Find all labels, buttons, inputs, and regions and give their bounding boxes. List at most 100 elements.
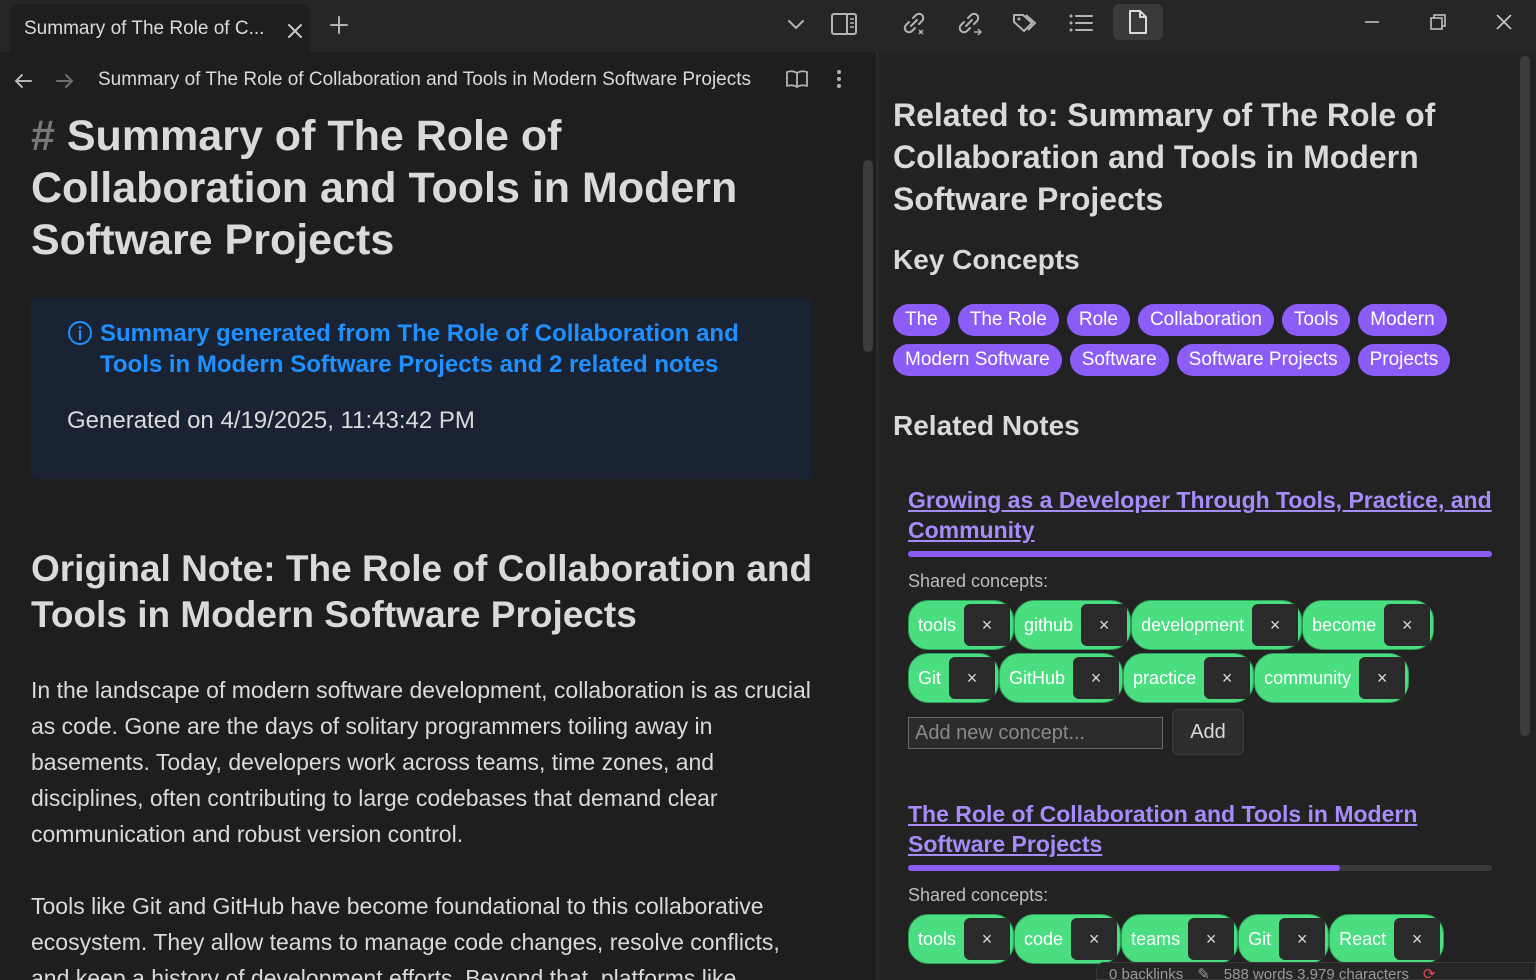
shared-concept-label: tools <box>918 614 957 635</box>
shared-concept-tag: become × <box>1302 600 1435 650</box>
paragraph-1: In the landscape of modern software deve… <box>31 677 811 847</box>
heading-hash: # <box>31 112 55 160</box>
backlinks-icon[interactable] <box>894 6 934 40</box>
related-notes-heading: Related Notes <box>893 410 1080 441</box>
key-concept-chip[interactable]: Modern Software <box>893 344 1062 376</box>
sidebar-toggle-icon[interactable] <box>826 8 862 40</box>
active-tab[interactable]: Summary of The Role of C... <box>10 4 310 52</box>
remove-concept-button[interactable]: × <box>1073 657 1120 699</box>
shared-concepts-label: Shared concepts: <box>908 571 1049 591</box>
word-count: 588 words 3,979 characters <box>1223 966 1409 980</box>
shared-concept-tag: GitHub × <box>999 653 1124 703</box>
chevron-down-icon[interactable] <box>780 10 812 40</box>
key-concept-chip[interactable]: Software Projects <box>1176 344 1350 376</box>
backlinks-count[interactable]: 0 backlinks <box>1109 966 1183 979</box>
editor-scrollbar[interactable] <box>863 160 873 352</box>
key-concept-chip[interactable]: Collaboration <box>1137 304 1274 336</box>
callout-title: Summary generated from The Role of Colla… <box>100 320 739 378</box>
callout-body: Generated on 4/19/2025, 11:43:42 PM <box>67 407 475 434</box>
shared-concept-label: Git <box>1248 928 1272 949</box>
key-concept-chip[interactable]: Software <box>1069 344 1169 376</box>
shared-concept-tag: Git × <box>1238 914 1330 964</box>
remove-concept-button[interactable]: × <box>1394 918 1441 960</box>
window-close-icon[interactable] <box>1481 6 1527 38</box>
reading-view-book-icon[interactable] <box>782 64 812 94</box>
remove-concept-button[interactable]: × <box>964 604 1011 646</box>
related-note-link[interactable]: The Role of Collaboration and Tools in M… <box>908 799 1508 859</box>
key-concept-chip[interactable]: Tools <box>1281 304 1351 336</box>
shared-concepts-list: tools × github × development × become × Git × GitH… <box>908 600 1488 703</box>
remove-concept-button[interactable]: × <box>949 657 996 699</box>
key-concepts-heading: Key Concepts <box>893 244 1080 275</box>
remove-concept-button[interactable]: × <box>1384 604 1431 646</box>
similarity-bar <box>908 865 1492 871</box>
add-concept-input[interactable] <box>908 717 1163 749</box>
shared-concept-tag: practice × <box>1123 653 1255 703</box>
key-concept-chip[interactable]: Projects <box>1357 344 1451 376</box>
similarity-bar <box>908 551 1492 557</box>
shared-concept-label: github <box>1024 614 1074 635</box>
status-bar: 0 backlinks ✎ 588 words 3,979 characters… <box>1096 962 1536 980</box>
more-options-icon[interactable] <box>826 64 852 94</box>
key-concept-chip[interactable]: Modern <box>1358 304 1447 336</box>
shared-concept-tag: React × <box>1329 914 1445 964</box>
remove-concept-button[interactable]: × <box>964 918 1011 960</box>
key-concept-chip[interactable]: The <box>893 304 950 336</box>
restore-icon[interactable] <box>1415 6 1461 38</box>
remove-concept-button[interactable]: × <box>1071 918 1118 960</box>
shared-concept-label: community <box>1264 667 1352 688</box>
close-icon[interactable] <box>280 18 310 44</box>
info-callout: Summary generated from The Role of Colla… <box>31 298 811 479</box>
add-concept-button[interactable]: Add <box>1172 709 1244 755</box>
shared-concept-tag: development × <box>1131 600 1303 650</box>
key-concept-chip[interactable]: The Role <box>957 304 1059 336</box>
shared-concept-tag: teams × <box>1121 914 1239 964</box>
shared-concepts-label: Shared concepts: <box>908 885 1049 905</box>
shared-concept-tag: github × <box>1014 600 1132 650</box>
shared-concept-label: teams <box>1131 928 1181 949</box>
remove-concept-button[interactable]: × <box>1081 604 1128 646</box>
sync-icon[interactable]: ⟳ <box>1423 966 1436 979</box>
remove-concept-button[interactable]: × <box>1252 604 1299 646</box>
outline-icon[interactable] <box>1061 6 1101 40</box>
file-icon[interactable] <box>1113 4 1163 40</box>
remove-concept-button[interactable]: × <box>1204 657 1251 699</box>
info-icon <box>65 318 95 348</box>
remove-concept-button[interactable]: × <box>1279 918 1326 960</box>
back-arrow-icon[interactable] <box>8 66 38 96</box>
remove-concept-button[interactable]: × <box>1188 918 1235 960</box>
outgoing-links-icon[interactable] <box>949 6 989 40</box>
similarity-bar-fill <box>908 865 1341 871</box>
shared-concept-tag: Git × <box>908 653 1000 703</box>
shared-concept-label: GitHub <box>1009 667 1066 688</box>
shared-concepts-list: tools × code × teams × Git × React × <box>908 914 1488 964</box>
minimize-icon[interactable] <box>1349 6 1395 38</box>
similarity-bar-fill <box>908 551 1492 557</box>
note-title: # Summary of The Role of Collaboration a… <box>31 110 831 266</box>
pencil-icon[interactable]: ✎ <box>1197 966 1210 979</box>
remove-concept-button[interactable]: × <box>1359 657 1406 699</box>
tags-icon[interactable] <box>1005 6 1045 40</box>
shared-concept-label: development <box>1141 614 1245 635</box>
shared-concept-tag: community × <box>1254 653 1410 703</box>
shared-concept-label: Git <box>918 667 942 688</box>
section-heading: Original Note: The Role of Collaboration… <box>31 548 813 635</box>
shared-concept-label: code <box>1024 928 1064 949</box>
shared-concept-label: React <box>1339 928 1387 949</box>
key-concept-chip[interactable]: Role <box>1066 304 1130 336</box>
shared-concept-tag: tools × <box>908 914 1015 964</box>
breadcrumb[interactable]: Summary of The Role of Collaboration and… <box>98 69 763 91</box>
related-scrollbar[interactable] <box>1520 56 1530 736</box>
note-title-text: Summary of The Role of Collaboration and… <box>31 112 738 264</box>
shared-concept-label: practice <box>1133 667 1197 688</box>
shared-concept-label: tools <box>918 928 957 949</box>
related-pane: Related to: Summary of The Role of Colla… <box>879 52 1536 980</box>
shared-concept-tag: code × <box>1014 914 1122 964</box>
title-bar: Summary of The Role of C... <box>0 0 1536 52</box>
related-note-link[interactable]: Growing as a Developer Through Tools, Pr… <box>908 485 1508 545</box>
new-tab-plus-icon[interactable] <box>323 10 355 40</box>
forward-arrow-icon[interactable] <box>50 66 80 96</box>
paragraph-2: Tools like Git and GitHub have become fo… <box>31 893 780 980</box>
tab-title: Summary of The Role of C... <box>24 18 264 39</box>
shared-concept-label: become <box>1312 614 1377 635</box>
